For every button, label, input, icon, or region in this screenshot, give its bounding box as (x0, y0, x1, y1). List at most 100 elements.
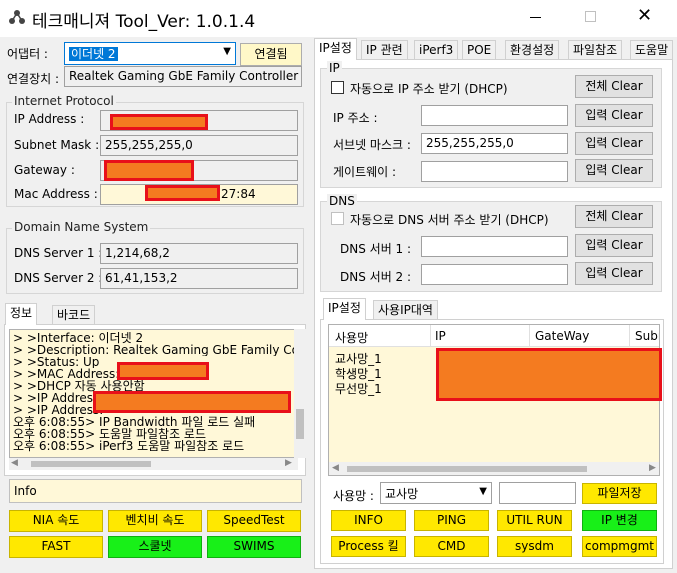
gateway-input[interactable] (421, 161, 568, 182)
ip-table-hscroll[interactable]: ◀ ▶ (329, 462, 659, 475)
tab-iperf3[interactable]: iPerf3 (414, 40, 459, 60)
mac-label: Mac Address : (14, 187, 98, 201)
redacted-mac (145, 185, 220, 201)
dns1-field: 1,214,68,2 (100, 243, 298, 264)
title-bar: 테크매니져 Tool_Ver: 1.0.1.4 ✕ (0, 0, 677, 37)
redacted-table-values (436, 348, 662, 401)
log-line: > >Interface: 이더넷 2 (13, 332, 144, 344)
ip-input[interactable] (421, 105, 568, 126)
subnet-input[interactable]: 255,255,255,0 (421, 133, 568, 154)
hscroll-thumb[interactable] (31, 461, 151, 467)
device-field: Realtek Gaming GbE Family Controller (64, 66, 302, 87)
scroll-right-icon[interactable]: ▶ (649, 463, 656, 473)
log-line: > >Description: Realtek Gaming GbE Famil… (13, 344, 294, 356)
network-label: 사용망 : (333, 489, 374, 503)
subnet-input-clear-button[interactable]: 입력 Clear (575, 132, 653, 155)
log-panel: > >Interface: 이더넷 2 > >Description: Real… (4, 324, 306, 476)
tab-file-reference[interactable]: 파일참조 (568, 40, 623, 60)
log-vertical-scrollbar[interactable] (294, 329, 306, 458)
maximize-icon[interactable] (585, 11, 596, 22)
tab-environment[interactable]: 환경설정 (505, 40, 560, 60)
tab-info[interactable]: 정보 (5, 303, 38, 325)
scroll-thumb[interactable] (296, 409, 304, 439)
file-save-button[interactable]: 파일저장 (582, 483, 657, 504)
redacted-ip-log (93, 391, 291, 413)
dns-dhcp-checkbox[interactable] (331, 212, 344, 225)
subnet-label: Subnet Mask : (14, 138, 100, 152)
info-box: Info (9, 479, 302, 503)
adapter-select[interactable]: 이더넷 2 ▼ (64, 42, 236, 65)
dns2-field: 61,41,153,2 (100, 268, 298, 289)
tab-ip-settings-sub[interactable]: IP설정 (323, 298, 366, 320)
col-divider (629, 325, 630, 347)
connect-button[interactable]: 연결됨 (240, 43, 302, 66)
col-divider (430, 325, 431, 347)
dns-dhcp-label: 자동으로 DNS 서버 주소 받기 (DHCP) (350, 213, 549, 227)
sysdm-button[interactable]: sysdm (497, 536, 572, 557)
dns-group-title: Domain Name System (12, 220, 151, 234)
ip-table-header: 사용망 IP GateWay Subr (329, 325, 659, 347)
tab-ip-related[interactable]: IP 관련 (361, 40, 408, 60)
schoolnet-button[interactable]: 스쿨넷 (108, 536, 202, 558)
dns1-input-label: DNS 서버 1 : (340, 242, 412, 256)
dns1-input-clear-button[interactable]: 입력 Clear (575, 234, 653, 257)
benchbee-speed-button[interactable]: 벤치비 속도 (108, 510, 202, 532)
table-row[interactable]: 무선망_1 (335, 380, 382, 397)
ip-input-clear-button[interactable]: 입력 Clear (575, 104, 653, 127)
hscroll-thumb[interactable] (347, 466, 587, 472)
ip-clear-all-button[interactable]: 전체 Clear (575, 75, 653, 98)
fast-button[interactable]: FAST (9, 536, 103, 558)
dns1-input[interactable] (421, 236, 568, 257)
ip-section-title: IP (327, 61, 342, 75)
tab-ip-settings[interactable]: IP설정 (314, 38, 357, 60)
adapter-label: 어댑터 : (7, 47, 48, 61)
tab-barcode[interactable]: 바코드 (52, 305, 96, 325)
gateway-input-label: 게이트웨이 : (333, 165, 397, 179)
gateway-input-clear-button[interactable]: 입력 Clear (575, 159, 653, 182)
network-name-input[interactable] (499, 482, 576, 504)
redacted-mac-log (117, 362, 209, 380)
ip-change-button[interactable]: IP 변경 (582, 510, 657, 531)
col-header-ip[interactable]: IP (435, 329, 446, 343)
chevron-down-icon: ▼ (223, 46, 231, 57)
scroll-right-icon[interactable]: ▶ (285, 458, 292, 468)
tab-help[interactable]: 도움말 (630, 40, 674, 60)
tab-poe[interactable]: POE (462, 40, 497, 60)
device-label: 연결장치 : (7, 72, 60, 86)
process-kill-button[interactable]: Process 킬 (331, 536, 406, 557)
dns2-input[interactable] (421, 264, 568, 285)
util-run-button[interactable]: UTIL RUN (497, 510, 572, 531)
log-line: 오후 6:08:55> IP Bandwidth 파일 로드 실패 (13, 416, 256, 428)
tab-used-ip-range[interactable]: 사용IP대역 (373, 300, 438, 320)
log-horizontal-scrollbar[interactable]: ◀ ▶ (9, 458, 298, 470)
compmgmt-button[interactable]: compmgmt (582, 536, 657, 557)
dns1-label: DNS Server 1 : (14, 246, 103, 260)
swims-button[interactable]: SWIMS (207, 536, 301, 558)
gateway-label: Gateway : (14, 163, 75, 177)
redacted-gateway (104, 160, 194, 181)
ip-group-title: Internet Protocol (12, 94, 116, 108)
col-header-gateway[interactable]: GateWay (535, 329, 589, 343)
col-header-network[interactable]: 사용망 (335, 329, 368, 346)
col-header-subnet[interactable]: Subr (635, 329, 659, 343)
log-line: 오후 6:08:55> 도움말 파일참조 로드 (13, 428, 207, 440)
cmd-button[interactable]: CMD (414, 536, 489, 557)
dns-clear-all-button[interactable]: 전체 Clear (575, 205, 653, 228)
adapter-selected: 이더넷 2 (69, 47, 118, 61)
nia-speed-button[interactable]: NIA 속도 (9, 510, 103, 532)
redacted-ip (110, 114, 208, 130)
chevron-down-icon: ▼ (479, 486, 487, 497)
scroll-left-icon[interactable]: ◀ (11, 458, 18, 468)
ip-dhcp-checkbox[interactable] (331, 81, 344, 94)
col-divider (529, 325, 530, 347)
ping-button[interactable]: PING (414, 510, 489, 531)
ip-dhcp-label: 자동으로 IP 주소 받기 (DHCP) (350, 82, 508, 96)
close-icon[interactable]: ✕ (637, 5, 652, 26)
scroll-left-icon[interactable]: ◀ (332, 463, 339, 473)
speedtest-button[interactable]: SpeedTest (207, 510, 301, 532)
dns2-input-clear-button[interactable]: 입력 Clear (575, 262, 653, 285)
minimize-icon[interactable] (530, 17, 541, 18)
info-button[interactable]: INFO (331, 510, 406, 531)
network-select[interactable]: 교사망 ▼ (380, 482, 492, 504)
dns2-label: DNS Server 2 : (14, 271, 103, 285)
